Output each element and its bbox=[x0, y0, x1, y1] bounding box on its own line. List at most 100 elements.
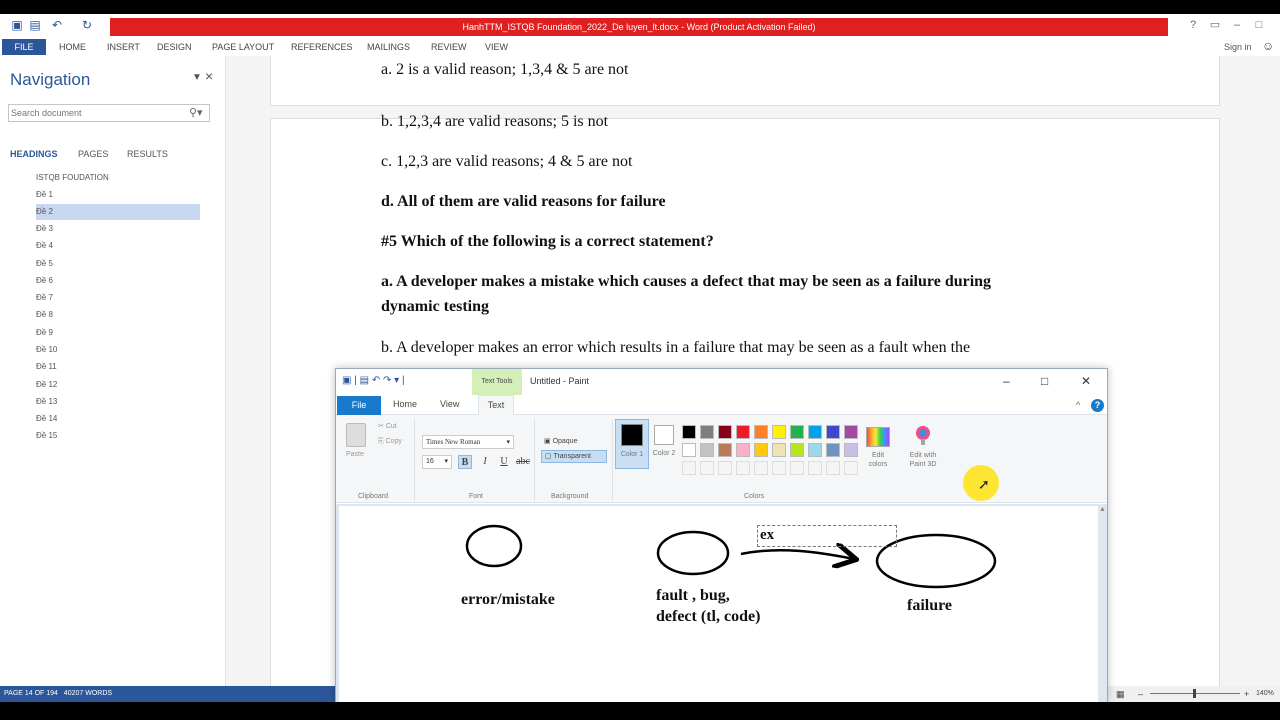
read-mode-icon[interactable]: ▦ bbox=[1116, 686, 1125, 702]
text-input-box[interactable]: ex bbox=[757, 525, 897, 547]
palette-swatch[interactable] bbox=[772, 425, 786, 439]
save-icon[interactable]: ▤ bbox=[28, 18, 42, 32]
palette-swatch[interactable] bbox=[790, 443, 804, 457]
palette-swatch[interactable] bbox=[826, 425, 840, 439]
heading-item-selected[interactable]: Đề 2 bbox=[36, 204, 200, 220]
palette-swatch[interactable] bbox=[682, 425, 696, 439]
cut-button[interactable]: ✂ Cut bbox=[378, 422, 397, 430]
tab-pages[interactable]: PAGES bbox=[78, 149, 108, 159]
minimize-icon[interactable]: – bbox=[1226, 16, 1248, 34]
text-box-value[interactable]: ex bbox=[760, 527, 774, 544]
heading-item[interactable]: Đề 4 bbox=[36, 238, 200, 254]
edit-colors-button[interactable]: Edit colors bbox=[862, 451, 894, 469]
close-icon[interactable]: × bbox=[205, 68, 213, 84]
tab-insert[interactable]: INSERT bbox=[107, 40, 140, 54]
palette-swatch[interactable] bbox=[826, 443, 840, 457]
palette-swatch[interactable] bbox=[736, 425, 750, 439]
word-app-icon[interactable]: ▣ bbox=[10, 18, 24, 32]
heading-item[interactable]: Đề 12 bbox=[36, 377, 200, 393]
tab-home[interactable]: HOME bbox=[59, 40, 86, 54]
account-icon[interactable]: ☺ bbox=[1262, 39, 1274, 53]
zoom-slider-thumb[interactable] bbox=[1193, 689, 1196, 698]
palette-swatch[interactable] bbox=[790, 425, 804, 439]
tab-references[interactable]: REFERENCES bbox=[291, 40, 353, 54]
italic-button[interactable]: I bbox=[478, 455, 492, 469]
palette-swatch[interactable] bbox=[844, 443, 858, 457]
heading-item[interactable]: Đề 8 bbox=[36, 307, 200, 323]
heading-item[interactable]: Đề 5 bbox=[36, 256, 200, 272]
undo-icon[interactable]: ↶ bbox=[50, 18, 64, 32]
paste-button[interactable]: Paste bbox=[346, 451, 364, 458]
heading-item[interactable]: Đề 11 bbox=[36, 359, 200, 375]
color1-button[interactable]: Color 1 bbox=[615, 419, 649, 469]
heading-item[interactable]: Đề 6 bbox=[36, 273, 200, 289]
paste-icon[interactable] bbox=[346, 423, 366, 447]
heading-item[interactable]: Đề 10 bbox=[36, 342, 200, 358]
help-icon[interactable]: ? bbox=[1091, 399, 1104, 412]
palette-swatch-empty[interactable] bbox=[700, 461, 714, 475]
scroll-up-arrow-icon[interactable]: ▲ bbox=[1098, 506, 1107, 518]
tab-page-layout[interactable]: PAGE LAYOUT bbox=[212, 40, 274, 54]
zoom-level[interactable]: 140% bbox=[1256, 686, 1274, 702]
paint-file-tab[interactable]: File bbox=[337, 396, 381, 415]
heading-item[interactable]: Đề 14 bbox=[36, 411, 200, 427]
redo-icon[interactable]: ↻ bbox=[80, 18, 94, 32]
palette-swatch-empty[interactable] bbox=[826, 461, 840, 475]
tab-view[interactable]: View bbox=[440, 399, 459, 409]
tab-home[interactable]: Home bbox=[393, 399, 417, 409]
heading-item[interactable]: Đề 15 bbox=[36, 428, 200, 444]
palette-swatch[interactable] bbox=[808, 425, 822, 439]
palette-swatch-empty[interactable] bbox=[772, 461, 786, 475]
zoom-in-icon[interactable]: + bbox=[1244, 686, 1249, 702]
help-icon[interactable]: ? bbox=[1182, 16, 1204, 34]
heading-item[interactable]: Đề 1 bbox=[36, 187, 200, 203]
palette-swatch-empty[interactable] bbox=[718, 461, 732, 475]
palette-swatch-empty[interactable] bbox=[754, 461, 768, 475]
tab-mailings[interactable]: MAILINGS bbox=[367, 40, 410, 54]
paint3d-icon[interactable] bbox=[914, 425, 932, 445]
font-size-dropdown[interactable]: 16 ▾ bbox=[422, 455, 452, 469]
tab-design[interactable]: DESIGN bbox=[157, 40, 192, 54]
palette-swatch[interactable] bbox=[736, 443, 750, 457]
maximize-icon[interactable]: □ bbox=[1248, 16, 1270, 34]
palette-swatch-empty[interactable] bbox=[682, 461, 696, 475]
opaque-button[interactable]: ▣ Opaque bbox=[541, 435, 607, 448]
edit-with-paint3d-button[interactable]: Edit with Paint 3D bbox=[902, 451, 944, 469]
sign-in-link[interactable]: Sign in bbox=[1224, 42, 1252, 52]
tab-review[interactable]: REVIEW bbox=[431, 40, 467, 54]
collapse-ribbon-icon[interactable]: ^ bbox=[1076, 400, 1080, 410]
font-family-dropdown[interactable]: Times New Roman ▾ bbox=[422, 435, 514, 449]
heading-item[interactable]: Đề 3 bbox=[36, 221, 200, 237]
heading-item[interactable]: Đề 9 bbox=[36, 325, 200, 341]
heading-item[interactable]: ISTQB FOUDATION bbox=[36, 170, 200, 186]
palette-swatch[interactable] bbox=[718, 443, 732, 457]
drawing-canvas[interactable]: error/mistake fault , bug, defect (tl, c… bbox=[339, 506, 1098, 702]
word-count[interactable]: 40207 WORDS bbox=[64, 690, 112, 697]
strikethrough-icon[interactable]: abc bbox=[516, 455, 530, 469]
paint-quick-access-toolbar[interactable]: ▣ | ▤ ↶ ↷ ▾ | bbox=[342, 375, 405, 386]
palette-swatch[interactable] bbox=[754, 443, 768, 457]
palette-swatch-empty[interactable] bbox=[844, 461, 858, 475]
palette-swatch-empty[interactable] bbox=[808, 461, 822, 475]
tab-view[interactable]: VIEW bbox=[485, 40, 508, 54]
palette-swatch-empty[interactable] bbox=[736, 461, 750, 475]
palette-swatch[interactable] bbox=[772, 443, 786, 457]
palette-swatch[interactable] bbox=[754, 425, 768, 439]
transparent-button[interactable]: ▢ Transparent bbox=[541, 450, 607, 463]
ribbon-display-icon[interactable]: ▭ bbox=[1204, 16, 1226, 34]
palette-swatch-empty[interactable] bbox=[790, 461, 804, 475]
palette-swatch[interactable] bbox=[700, 425, 714, 439]
palette-swatch[interactable] bbox=[808, 443, 822, 457]
maximize-icon[interactable]: □ bbox=[1041, 374, 1048, 388]
edit-colors-icon[interactable] bbox=[866, 427, 890, 447]
palette-swatch[interactable] bbox=[700, 443, 714, 457]
search-icon[interactable]: ⚲▾ bbox=[189, 106, 203, 119]
underline-button[interactable]: U bbox=[497, 455, 511, 469]
nav-options-icon[interactable]: ▼ bbox=[192, 72, 202, 83]
minimize-icon[interactable]: – bbox=[1003, 374, 1010, 388]
page-count[interactable]: PAGE 14 OF 194 bbox=[4, 690, 58, 697]
heading-item[interactable]: Đề 7 bbox=[36, 290, 200, 306]
bold-button[interactable]: B bbox=[458, 455, 472, 469]
copy-button[interactable]: ⎘ Copy bbox=[378, 438, 402, 446]
color2-swatch[interactable] bbox=[654, 425, 674, 445]
